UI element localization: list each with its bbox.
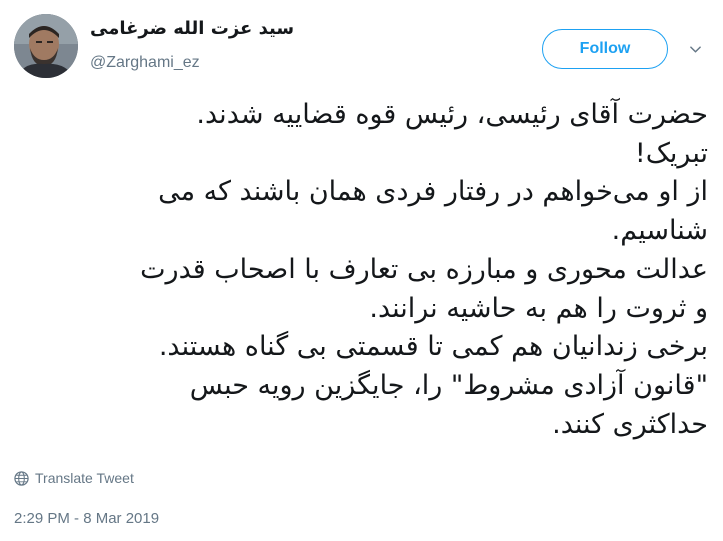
tweet-text: حضرت آقای رئیسی، رئیس قوه قضاییه شدند. ت… — [18, 96, 708, 444]
tweet-line: و ثروت را هم به حاشیه نرانند. — [369, 292, 708, 324]
tweet-line: برخی زندانیان هم کمی تا قسمتی بی گناه هس… — [158, 331, 708, 363]
tweet-line: حداکثری کنند. — [552, 408, 708, 440]
tweet-timestamp[interactable]: 2:29 PM - 8 Mar 2019 — [14, 510, 159, 527]
tweet-line: عدالت محوری و مبارزه بی تعارف با اصحاب ق… — [140, 253, 708, 285]
tweet-line: شناسیم. — [611, 215, 708, 247]
tweet-line: "قانون آزادی مشروط" را، جایگزین رویه حبس — [189, 369, 708, 401]
avatar[interactable] — [14, 14, 78, 78]
tweet-line: از او می‌خواهم در رفتار فردی همان باشند … — [158, 176, 708, 208]
avatar-image — [14, 14, 78, 78]
author-display-name[interactable]: سید عزت الله ضرغامی — [90, 18, 294, 39]
follow-button[interactable]: Follow — [542, 29, 668, 69]
globe-icon — [14, 470, 29, 486]
translate-tweet-label: Translate Tweet — [35, 470, 134, 486]
tweet-line: تبریک! — [634, 137, 708, 169]
tweet-line: حضرت آقای رئیسی، رئیس قوه قضاییه شدند. — [196, 99, 708, 130]
author-handle[interactable]: @Zarghami_ez — [90, 54, 200, 72]
translate-tweet-link[interactable]: Translate Tweet — [14, 470, 134, 486]
chevron-down-icon[interactable] — [690, 44, 701, 55]
